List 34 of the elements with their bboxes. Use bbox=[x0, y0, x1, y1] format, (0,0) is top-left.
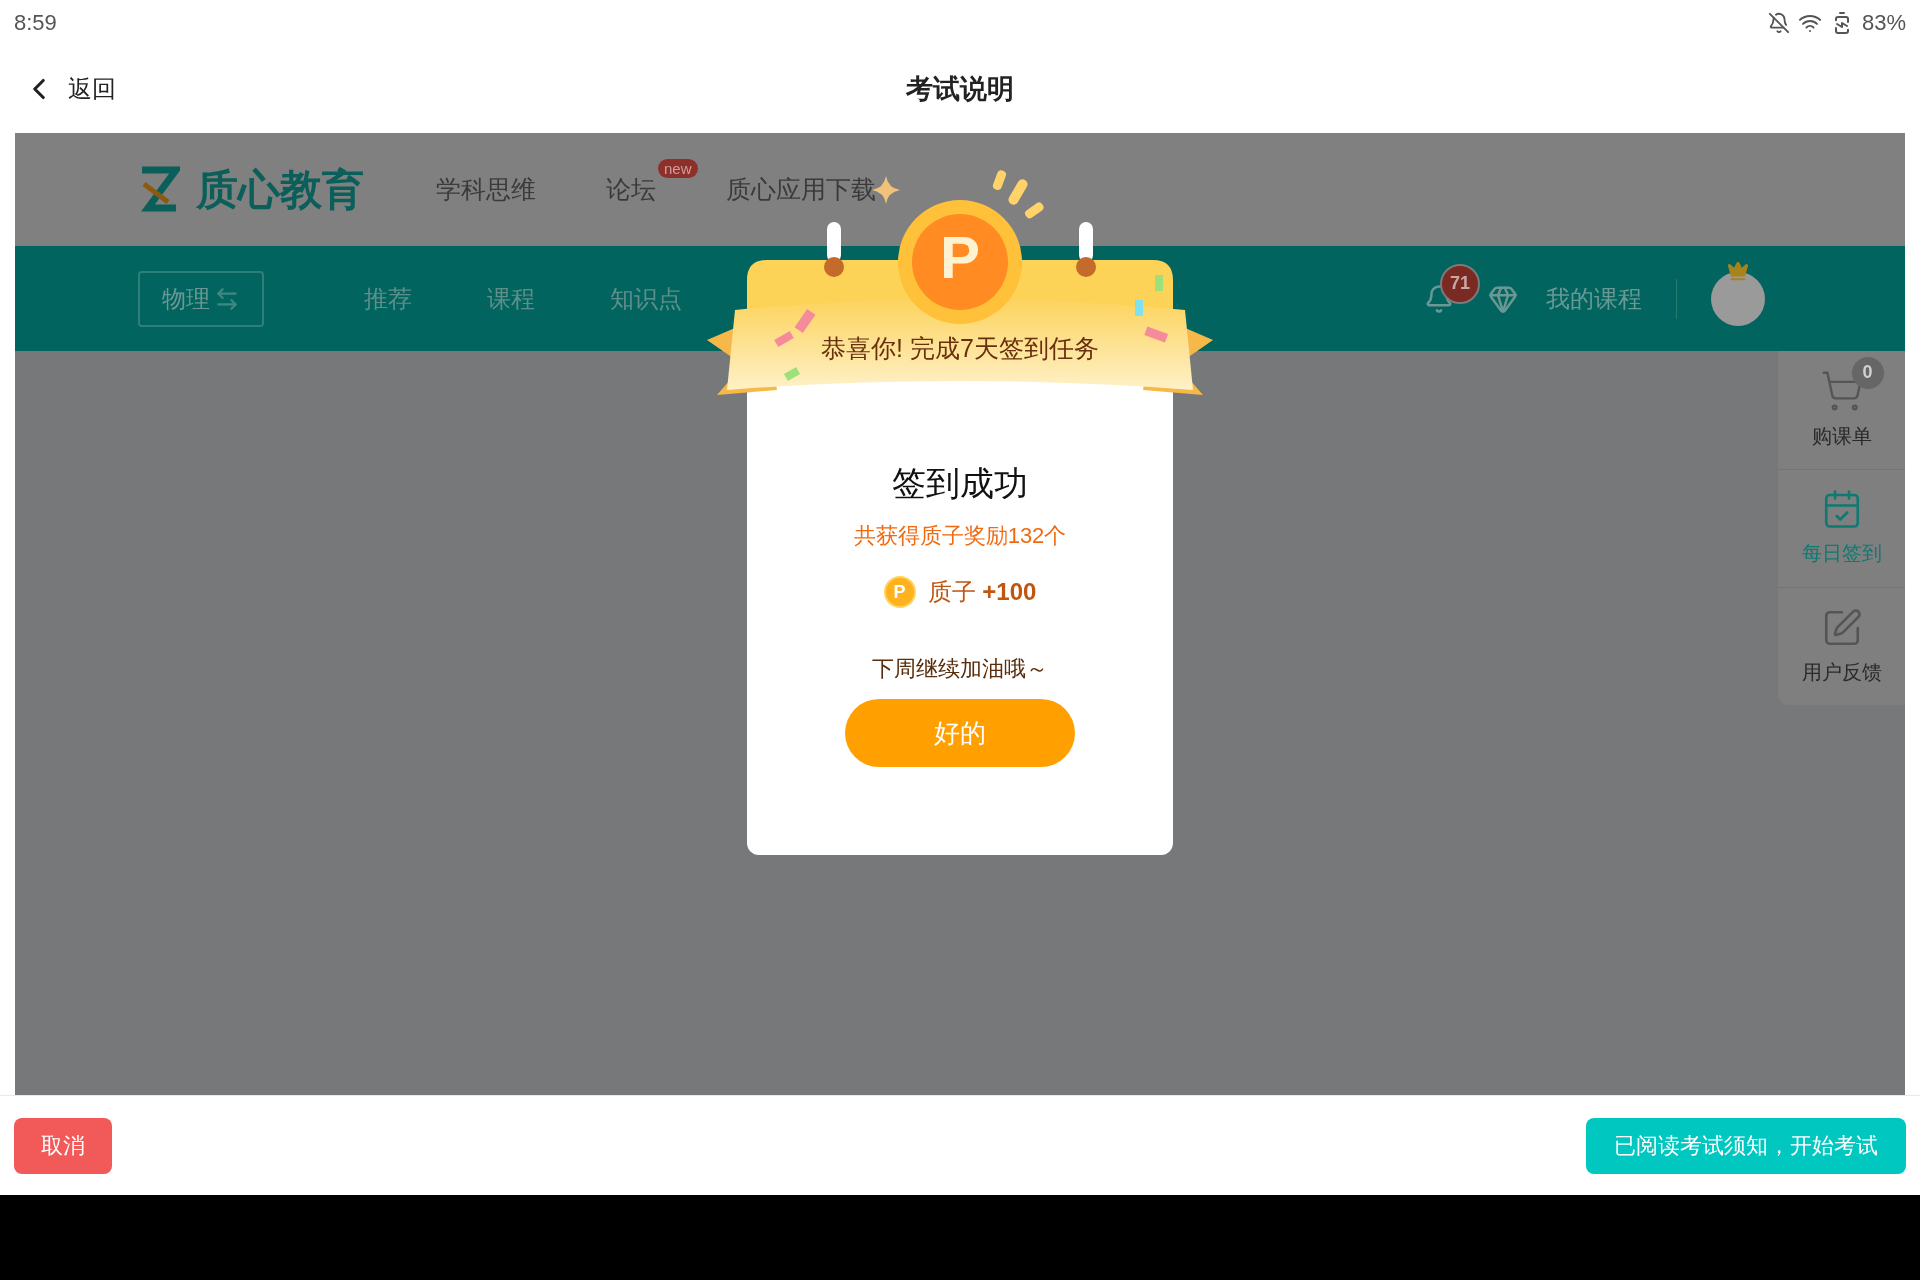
switch-icon bbox=[214, 285, 240, 312]
page-title: 考试说明 bbox=[906, 72, 1014, 106]
back-button[interactable]: 返回 bbox=[22, 71, 116, 107]
side-panel-item[interactable]: 用户反馈 bbox=[1801, 656, 1882, 687]
banner-text: 恭喜你! 完成7天签到任务 bbox=[820, 333, 1100, 364]
start-exam-button[interactable]: 已阅读考试须知，开始考试 bbox=[1586, 1117, 1906, 1174]
coin-icon: P bbox=[883, 576, 916, 608]
main-nav-link[interactable]: 课程 bbox=[487, 280, 535, 317]
crown-icon bbox=[1727, 259, 1749, 282]
reward-total: 共获得质子奖励132个 bbox=[853, 522, 1067, 550]
side-panel-item[interactable]: 购课单 bbox=[1811, 421, 1872, 451]
silent-icon bbox=[1767, 11, 1790, 34]
ok-button[interactable]: 好的 bbox=[845, 699, 1075, 767]
cancel-button[interactable]: 取消 bbox=[14, 1117, 112, 1174]
site-logo: 质心教育 bbox=[196, 165, 364, 215]
reward-amount: 质子 +100 bbox=[927, 577, 1037, 607]
main-nav-link[interactable]: 知识点 bbox=[610, 280, 682, 317]
subject-selector[interactable]: 物理 bbox=[138, 270, 264, 327]
cart-count-badge: 0 bbox=[1851, 357, 1884, 389]
avatar[interactable] bbox=[1711, 271, 1765, 326]
battery-percent: 83% bbox=[1861, 9, 1906, 37]
notification-badge: 71 bbox=[1440, 263, 1480, 304]
status-time: 8:59 bbox=[14, 9, 57, 37]
dialog-title: 签到成功 bbox=[892, 463, 1028, 504]
main-nav-link[interactable]: 推荐 bbox=[364, 280, 412, 317]
top-nav-link[interactable]: 学科思维 bbox=[436, 170, 536, 209]
top-nav-link[interactable]: 质心应用下载 bbox=[726, 170, 876, 209]
top-nav-link[interactable]: 论坛 bbox=[606, 170, 656, 209]
logo-icon bbox=[138, 165, 180, 214]
dialog-message: 下周继续加油哦～ bbox=[872, 655, 1048, 683]
side-panel-item[interactable]: 每日签到 bbox=[1801, 538, 1882, 569]
my-courses-link[interactable]: 我的课程 bbox=[1546, 280, 1642, 317]
new-badge: new bbox=[658, 158, 698, 178]
coin-letter: P bbox=[939, 228, 981, 288]
